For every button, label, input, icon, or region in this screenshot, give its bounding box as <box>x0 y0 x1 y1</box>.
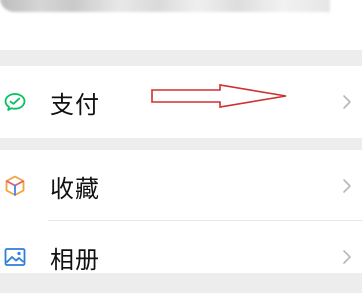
annotation-arrow-icon <box>151 84 287 108</box>
menu-item-favorites[interactable]: 收藏 <box>0 150 362 222</box>
blurred-header-content <box>0 0 330 12</box>
chevron-right-icon <box>343 95 351 109</box>
wechat-pay-icon <box>4 93 26 111</box>
favorites-cube-icon <box>5 175 25 196</box>
album-picture-icon <box>4 248 26 266</box>
menu-item-label: 支付 <box>50 90 100 119</box>
menu-item-label: 相册 <box>50 245 100 274</box>
chevron-right-icon <box>343 179 351 193</box>
profile-header-partial[interactable] <box>0 0 362 50</box>
chevron-right-icon <box>343 250 351 264</box>
menu-item-label: 收藏 <box>50 174 100 203</box>
menu-item-album[interactable]: 相册 <box>0 221 362 274</box>
